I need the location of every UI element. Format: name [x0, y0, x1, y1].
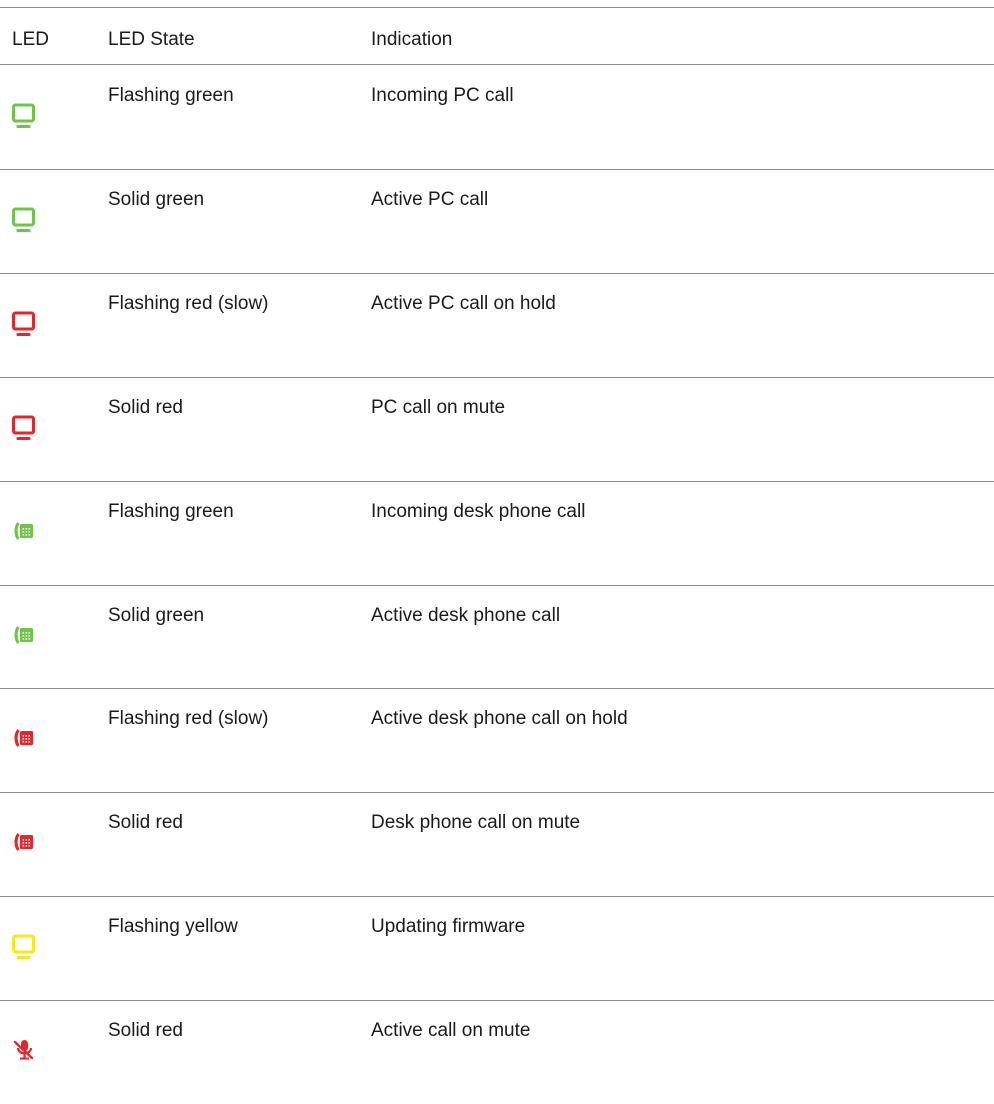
led-state-cell: Flashing green — [108, 85, 234, 106]
indication-cell: Active call on mute — [371, 1020, 531, 1042]
indication-cell: Active desk phone call on hold — [371, 708, 628, 730]
indication-cell: Incoming desk phone call — [371, 500, 586, 522]
table-row: Flashing red (slow) Active desk phone cal… — [0, 688, 994, 792]
led-state-cell: Solid red — [108, 1020, 183, 1042]
table-row: Flashing green Incoming PC call — [0, 65, 994, 169]
desk-phone-icon — [12, 725, 48, 761]
row-divider — [0, 896, 994, 897]
indication-cell: Active PC call on hold — [371, 292, 556, 314]
table-row: Solid red Desk phone call on mute — [0, 792, 994, 896]
row-divider — [0, 688, 994, 689]
led-state-cell: Solid red — [108, 812, 183, 834]
table-row: Flashing red (slow) Active PC call on hol… — [0, 273, 994, 377]
header-led: LED — [12, 29, 49, 50]
table-row: Flashing yellow Updating firmware — [0, 896, 994, 1000]
indication-cell: Active desk phone call — [371, 604, 561, 626]
indication-cell: Updating firmware — [371, 916, 526, 938]
row-divider — [0, 792, 994, 793]
pc-monitor-icon — [12, 206, 48, 242]
mute-microphone-icon — [12, 1037, 48, 1073]
pc-monitor-icon — [12, 414, 48, 450]
led-state-cell: Flashing red (slow) — [108, 708, 269, 730]
row-divider — [0, 1000, 994, 1001]
pc-monitor-icon — [12, 310, 48, 346]
desk-phone-icon — [12, 518, 48, 554]
led-state-cell: Solid green — [108, 604, 205, 626]
table-row: Solid green Active PC call — [0, 169, 994, 273]
indication-cell: Desk phone call on mute — [371, 812, 581, 834]
indication-cell: PC call on mute — [371, 396, 506, 418]
row-divider — [0, 273, 994, 274]
indication-cell: Incoming PC call — [371, 85, 514, 106]
pc-monitor-icon — [12, 102, 48, 138]
row-divider — [0, 481, 994, 482]
table-row: Flashing green Incoming desk phone call — [0, 481, 994, 585]
pc-monitor-icon — [12, 933, 48, 969]
row-divider — [0, 377, 994, 378]
row-divider — [0, 169, 994, 170]
indication-cell: Active PC call — [371, 188, 489, 210]
led-state-cell: Solid red — [108, 396, 183, 418]
row-divider — [0, 585, 994, 586]
table-row: Solid red PC call on mute — [0, 377, 994, 481]
led-state-cell: Flashing red (slow) — [108, 292, 269, 314]
desk-phone-icon — [12, 829, 48, 865]
desk-phone-icon — [12, 622, 48, 658]
led-state-cell: Solid green — [108, 188, 205, 210]
header-indication: Indication — [371, 29, 453, 50]
table-row: Solid red Active call on mute — [0, 1000, 994, 1104]
table-row: Solid green Active desk phone call — [0, 585, 994, 689]
table-header-row: LED LED State Indication — [0, 7, 994, 64]
led-state-cell: Flashing yellow — [108, 916, 238, 938]
led-state-cell: Flashing green — [108, 500, 234, 522]
header-led-state: LED State — [108, 29, 195, 50]
